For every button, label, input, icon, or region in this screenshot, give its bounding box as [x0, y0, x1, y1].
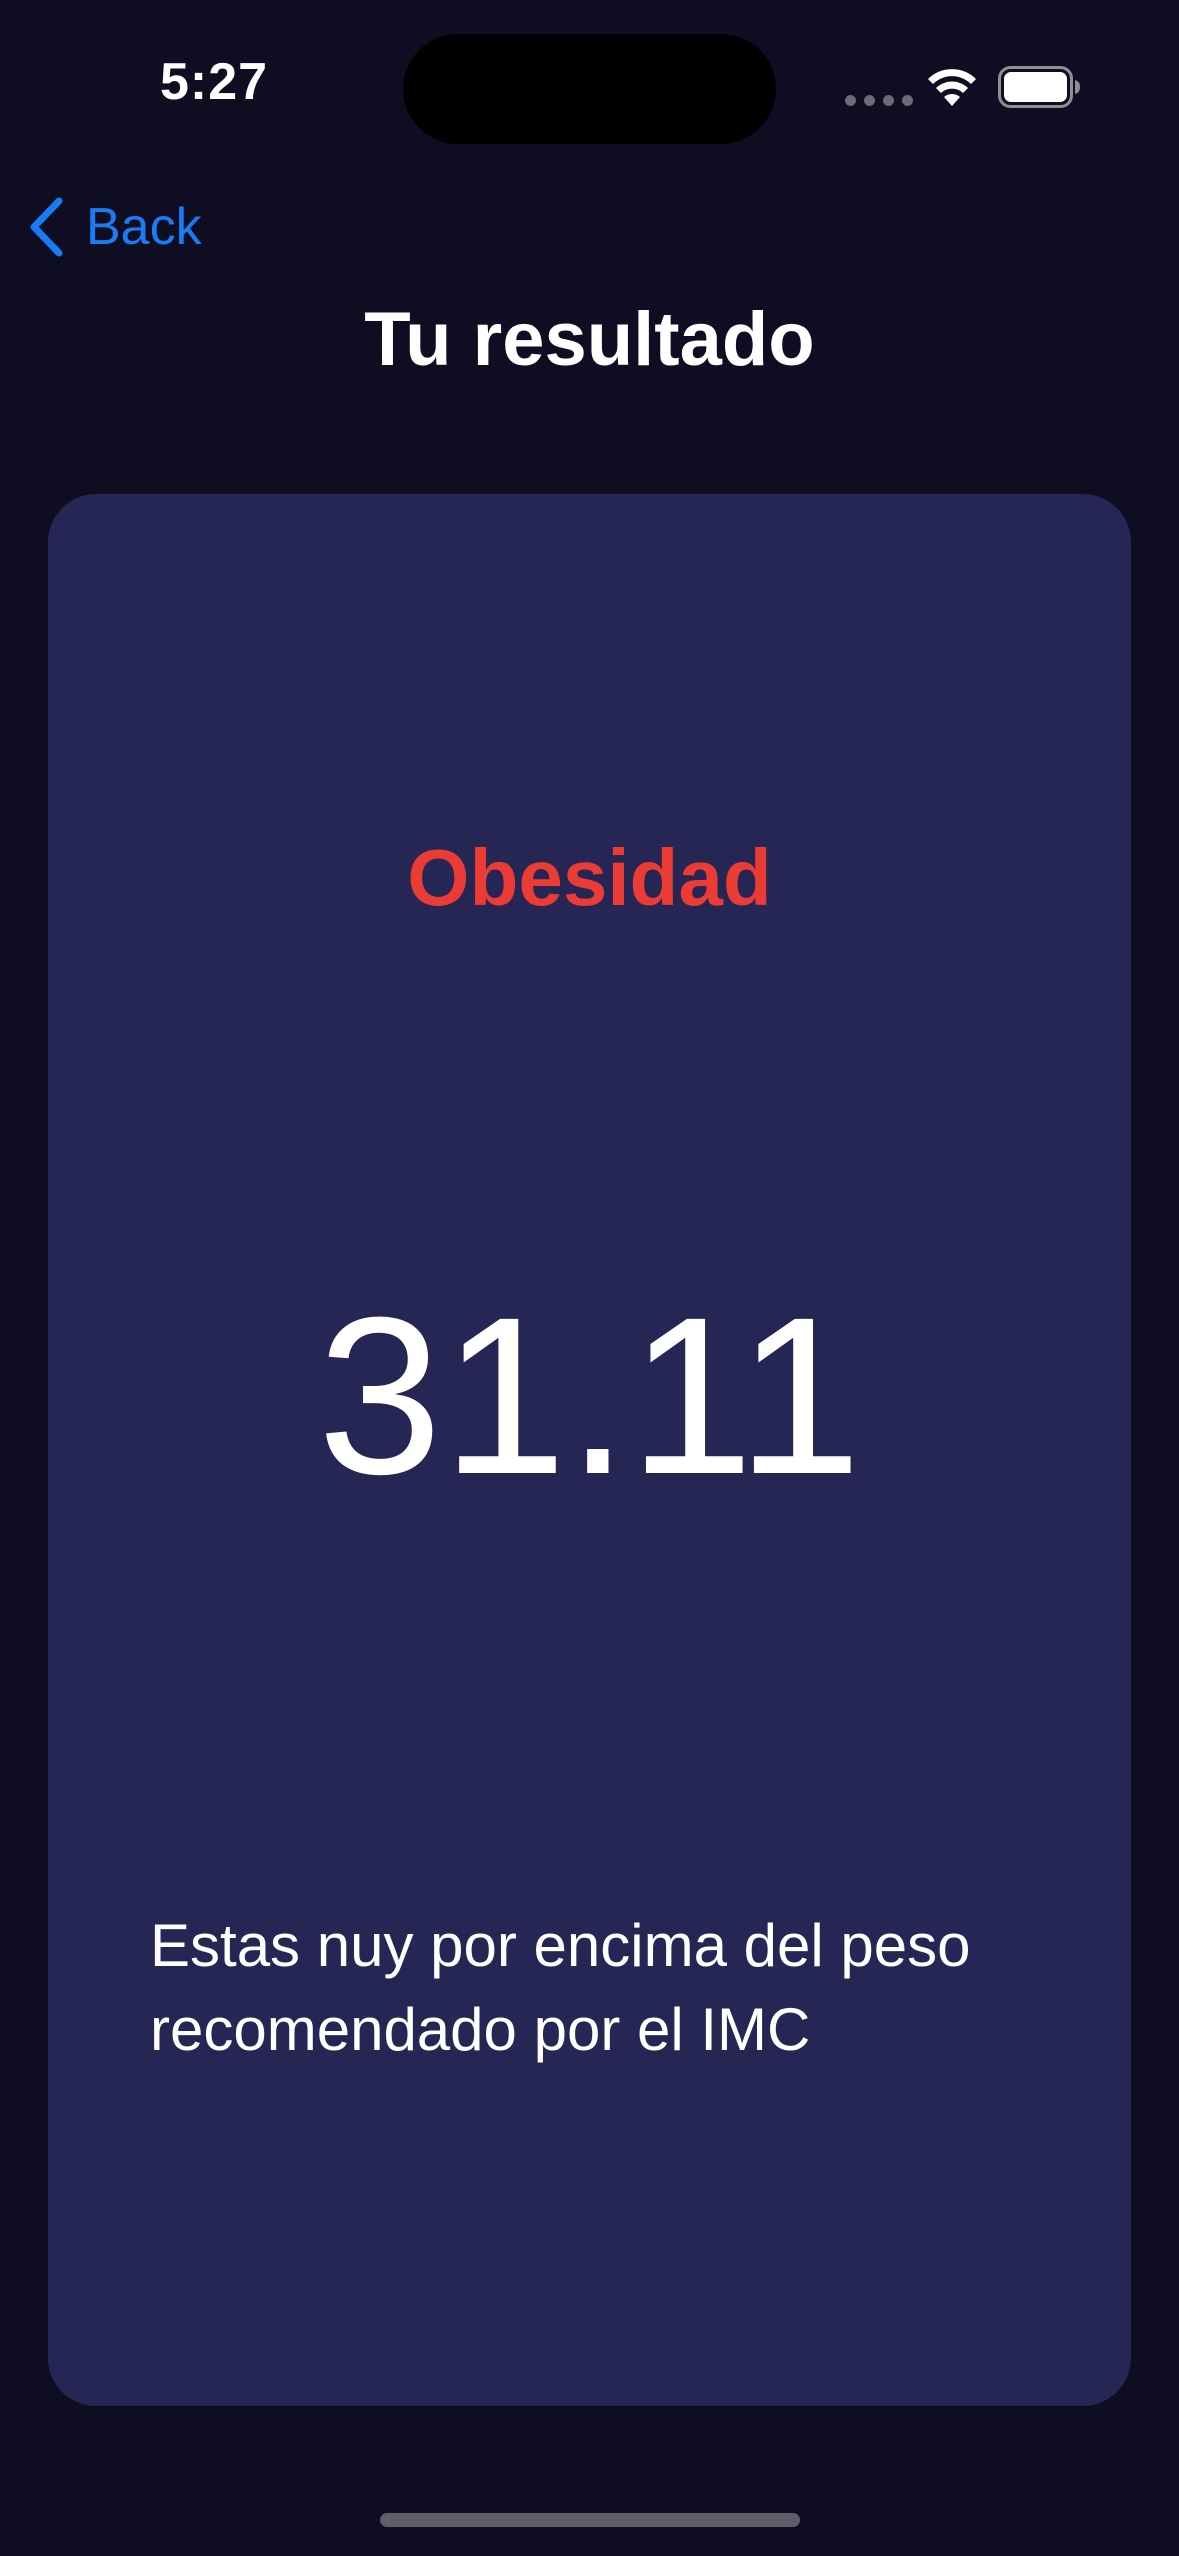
bmi-message: Estas nuy por encima del peso recomendad…	[150, 1912, 971, 2063]
page-title: Tu resultado	[364, 297, 815, 382]
back-label: Back	[86, 198, 202, 256]
bmi-category: Obesidad	[407, 833, 772, 922]
battery-icon	[998, 66, 1080, 108]
wifi-icon	[928, 69, 976, 106]
chevron-left-icon	[30, 197, 63, 257]
dynamic-island	[403, 34, 776, 144]
cellular-signal-icon	[845, 95, 913, 106]
status-time: 5:27	[160, 53, 269, 111]
back-button[interactable]: Back	[26, 192, 202, 262]
result-card: Obesidad 31.11 Estas nuy por encima del …	[48, 494, 1131, 2406]
bmi-value: 31.11	[317, 1271, 862, 1521]
home-indicator[interactable]	[380, 2513, 800, 2527]
